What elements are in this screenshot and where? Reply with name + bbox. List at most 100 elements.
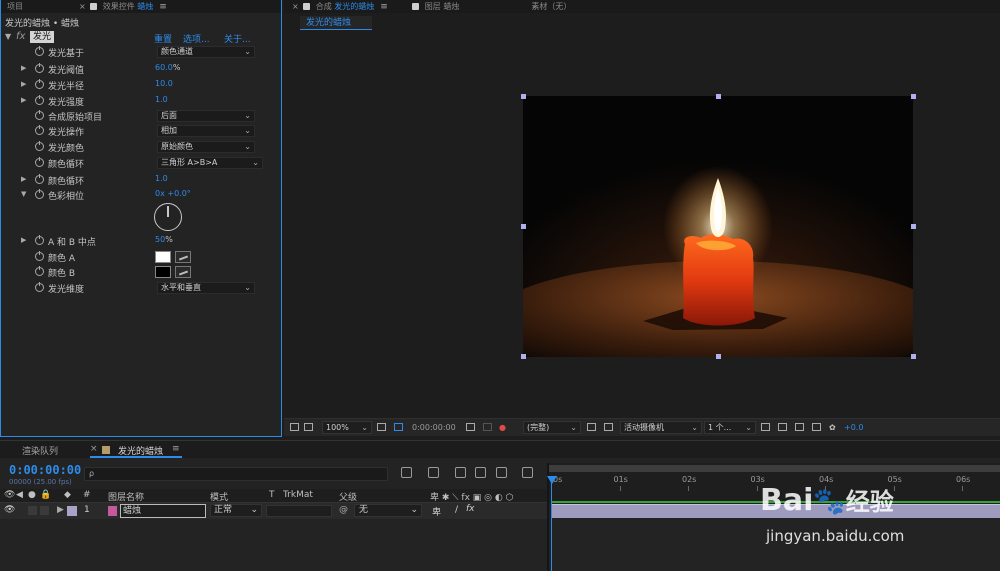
time-navigator-bar[interactable] [549,465,1000,472]
color-phase-value[interactable]: 0x +0.0° [155,189,191,198]
stopwatch-icon[interactable] [35,251,44,261]
eyedropper-icon[interactable] [175,266,191,278]
tab-effect-controls[interactable]: 效果控件 蜡烛 [103,1,154,12]
table-row[interactable]: 👁 ▶ 1 蜡烛 正常 ⌄ @ 无 ⌄ 卑 / fx [0,503,548,519]
fx-icon[interactable]: fx [16,31,25,42]
timeline-search-input[interactable]: ρ [84,467,388,481]
fast-previews-icon[interactable] [778,423,787,431]
camera-snapshot-icon[interactable] [466,423,475,431]
glow-colors-select[interactable]: 原始颜色 ⌄ [157,141,255,153]
color-a-swatch[interactable] [155,251,171,263]
shy-switch-icon[interactable]: 卑 [432,505,441,518]
lock-toggle[interactable] [40,506,49,515]
glow-operation-select[interactable]: 相加 ⌄ [157,125,255,137]
layer-mode-select[interactable]: 正常 ⌄ [210,504,262,517]
solo-toggle[interactable] [28,506,37,515]
eye-column-icon[interactable]: 👁 [4,490,15,500]
views-select[interactable]: 1 个... ⌄ [704,421,756,434]
expand-triangle-icon[interactable]: ▶ [21,236,26,244]
current-time-display[interactable]: 0:00:00:00 [412,423,456,432]
current-time-indicator-head[interactable] [547,476,557,484]
close-icon[interactable]: × [90,444,98,454]
composition-subtab[interactable]: 发光的蜡烛 [300,16,372,30]
color-loops-value[interactable]: 1.0 [155,174,168,183]
frame-blending-icon[interactable] [475,467,486,478]
color-b-swatch[interactable] [155,266,171,278]
composition-viewer[interactable] [523,96,913,357]
reset-link[interactable]: 重置 [154,32,172,45]
about-link[interactable]: 关于... [224,32,251,45]
stopwatch-icon[interactable] [35,95,44,105]
glow-intensity-value[interactable]: 1.0 [155,95,168,104]
transform-handle[interactable] [911,354,916,359]
eyedropper-icon[interactable] [175,251,191,263]
monitor-icon[interactable] [304,423,313,431]
stopwatch-icon[interactable] [35,174,44,184]
stopwatch-icon[interactable] [35,235,44,245]
transform-handle[interactable] [911,224,916,229]
expand-triangle-icon[interactable]: ▶ [21,175,26,183]
region-of-interest-icon[interactable] [587,423,596,431]
expand-triangle-icon[interactable]: ▶ [57,505,64,515]
effect-row[interactable]: ▼ fx 发光 重置 选项... 关于... [1,31,281,45]
expand-triangle-icon[interactable]: ▶ [21,64,26,72]
transform-handle[interactable] [716,354,721,359]
expand-triangle-icon[interactable]: ▶ [21,80,26,88]
panel-menu-icon[interactable]: ≡ [380,2,388,12]
panel-menu-icon[interactable]: ≡ [172,444,180,454]
zoom-select[interactable]: 100% ⌄ [322,421,372,434]
color-phase-dial[interactable] [154,203,182,231]
composite-original-select[interactable]: 后面 ⌄ [157,110,255,122]
stopwatch-icon[interactable] [35,282,44,292]
close-icon[interactable]: × [292,2,299,11]
transform-handle[interactable] [521,224,526,229]
options-link[interactable]: 选项... [183,32,210,45]
resolution-select[interactable]: (完整) ⌄ [523,421,581,434]
transparency-grid-icon[interactable] [604,423,613,431]
grid-icon[interactable] [377,423,386,431]
exposure-icon[interactable]: ✿ [829,423,836,432]
collapse-triangle-icon[interactable]: ▼ [21,190,26,198]
label-column-icon[interactable]: ◆ [64,490,71,500]
show-snapshot-icon[interactable] [483,423,492,431]
close-icon[interactable]: × [79,2,86,11]
solo-column-icon[interactable]: ● [28,490,36,500]
effect-switch-icon[interactable]: fx [466,504,475,514]
stopwatch-icon[interactable] [35,125,44,135]
collapse-triangle-icon[interactable]: ▼ [5,32,11,41]
stopwatch-icon[interactable] [35,189,44,199]
column-layer-name[interactable]: 图层名称 [108,490,144,503]
stopwatch-icon[interactable] [35,266,44,276]
layer-label-color[interactable] [67,506,77,516]
quality-switch-icon[interactable]: / [455,505,458,515]
glow-based-on-select[interactable]: 颜色通道 ⌄ [157,46,255,58]
draft-3d-icon[interactable] [428,467,439,478]
graph-editor-icon[interactable] [522,467,533,478]
trkmat-select[interactable] [266,505,332,517]
lock-icon[interactable] [411,3,419,10]
layer-name-field[interactable]: 蜡烛 [120,504,206,518]
stopwatch-icon[interactable] [35,110,44,120]
transform-handle[interactable] [911,94,916,99]
exposure-value[interactable]: +0.0 [844,423,863,432]
toggle-pixel-aspect-icon[interactable] [761,423,770,431]
stopwatch-icon[interactable] [35,79,44,89]
lock-icon[interactable] [89,3,97,10]
hide-shy-layers-icon[interactable] [455,467,466,478]
tab-layer[interactable]: 图层 蜡烛 [425,1,460,12]
timeline-current-time[interactable]: 0:00:00:00 [9,463,81,477]
switches-column-icon[interactable]: 卑 ✱ ⟍ fx ▣ ◎ ◐ ⬡ [430,490,513,503]
current-time-indicator[interactable] [551,476,552,571]
camera-select[interactable]: 活动摄像机 ⌄ [620,421,702,434]
mask-visibility-icon[interactable] [394,423,403,431]
stopwatch-icon[interactable] [35,157,44,167]
lock-icon[interactable] [302,3,310,10]
tab-render-queue[interactable]: 渲染队列 [22,444,58,457]
transform-handle[interactable] [521,94,526,99]
tab-footage[interactable]: 素材（无） [531,1,571,12]
parent-select[interactable]: 无 ⌄ [354,504,422,517]
flowchart-icon[interactable] [812,423,821,431]
always-preview-icon[interactable] [290,423,299,431]
glow-radius-value[interactable]: 10.0 [155,79,173,88]
tab-project[interactable]: 项目 [1,1,29,12]
